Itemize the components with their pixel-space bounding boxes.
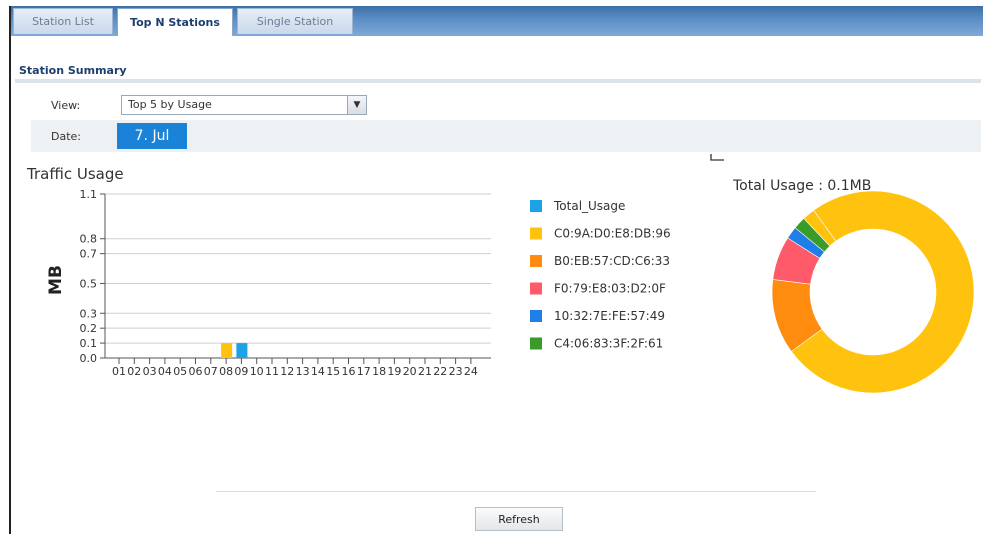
legend-swatch [530,255,542,267]
date-row: Date: 7. Jul [31,120,981,152]
y-tick-label: 0.5 [80,277,98,290]
section-title: Station Summary [19,64,127,77]
x-tick-label: 19 [387,365,401,378]
top-n-stations-panel: Station List Top N Stations Single Stati… [9,6,983,534]
x-tick-label: 01 [112,365,126,378]
x-tick-label: 15 [326,365,340,378]
x-tick-label: 07 [204,365,218,378]
x-tick-label: 18 [372,365,386,378]
y-tick-label: 1.1 [80,188,98,201]
x-tick-label: 22 [433,365,447,378]
y-tick-label: 0.8 [80,233,98,246]
x-tick-label: 02 [127,365,141,378]
x-tick-label: 23 [449,365,463,378]
tab-bar: Station List Top N Stations Single Stati… [11,6,983,36]
x-tick-label: 03 [143,365,157,378]
date-value[interactable]: 7. Jul [117,123,187,149]
chart-title: Traffic Usage [26,165,124,183]
x-tick-label: 24 [464,365,478,378]
footer-divider [216,491,816,492]
legend-swatch [530,200,542,212]
section-divider [15,79,981,83]
x-tick-label: 13 [296,365,310,378]
x-tick-label: 14 [311,365,325,378]
view-label: View: [51,99,81,112]
y-tick-label: 0.1 [80,337,98,350]
x-tick-label: 10 [250,365,264,378]
total-usage-donut: Total Usage : 0.1MB [710,154,975,394]
usage-charts: Traffic Usage MB 0.0 0.1 0.2 0.3 0.5 0.7 0.8 1.1 0… [26,154,975,394]
legend-swatch [530,282,542,295]
traffic-usage-chart: Traffic Usage MB 0.0 0.1 0.2 0.3 0.5 0.7 0.8 1.1 0… [26,165,491,378]
legend-swatch [530,337,542,350]
legend-swatch [530,310,542,322]
legend-swatch [530,227,542,240]
y-tick-label: 0.0 [80,352,98,365]
x-tick-label: 09 [234,365,248,378]
y-tick-label: 0.2 [80,322,98,335]
y-tick-label: 0.3 [80,307,98,320]
legend-item: Total_Usage [553,199,625,213]
donut-title: Total Usage : 0.1MB [732,178,871,194]
legend-item: C4:06:83:3F:2F:61 [554,337,663,351]
x-tick-label: 05 [173,365,187,378]
tab-single-station[interactable]: Single Station [237,8,353,34]
chart-legend: Total_Usage C0:9A:D0:E8:DB:96 B0:EB:57:CD:… [530,199,671,351]
x-tick-label: 21 [418,365,432,378]
x-tick-label: 06 [189,365,203,378]
corner-marker [710,154,724,161]
x-tick-label: 12 [280,365,294,378]
x-tick-label: 20 [403,365,417,378]
view-select[interactable]: Top 5 by Usage ▼ [121,95,367,115]
tab-top-n-stations[interactable]: Top N Stations [117,8,233,36]
bar-09 [236,343,248,358]
chevron-down-icon[interactable]: ▼ [347,96,366,114]
y-axis-label: MB [46,265,66,295]
view-select-value: Top 5 by Usage [128,98,212,111]
x-tick-label: 11 [265,365,279,378]
x-tick-label: 08 [219,365,233,378]
x-tick-label: 04 [158,365,172,378]
x-tick-label: 17 [357,365,371,378]
refresh-button[interactable]: Refresh [475,507,563,531]
legend-item: C0:9A:D0:E8:DB:96 [554,227,671,241]
legend-item: F0:79:E8:03:D2:0F [554,282,666,296]
x-tick-label: 16 [342,365,356,378]
y-tick-label: 0.7 [80,248,98,261]
bar-08 [221,343,233,358]
legend-item: 10:32:7E:FE:57:49 [554,309,665,323]
legend-item: B0:EB:57:CD:C6:33 [554,254,670,268]
date-label: Date: [51,130,81,143]
tab-station-list[interactable]: Station List [13,8,113,34]
